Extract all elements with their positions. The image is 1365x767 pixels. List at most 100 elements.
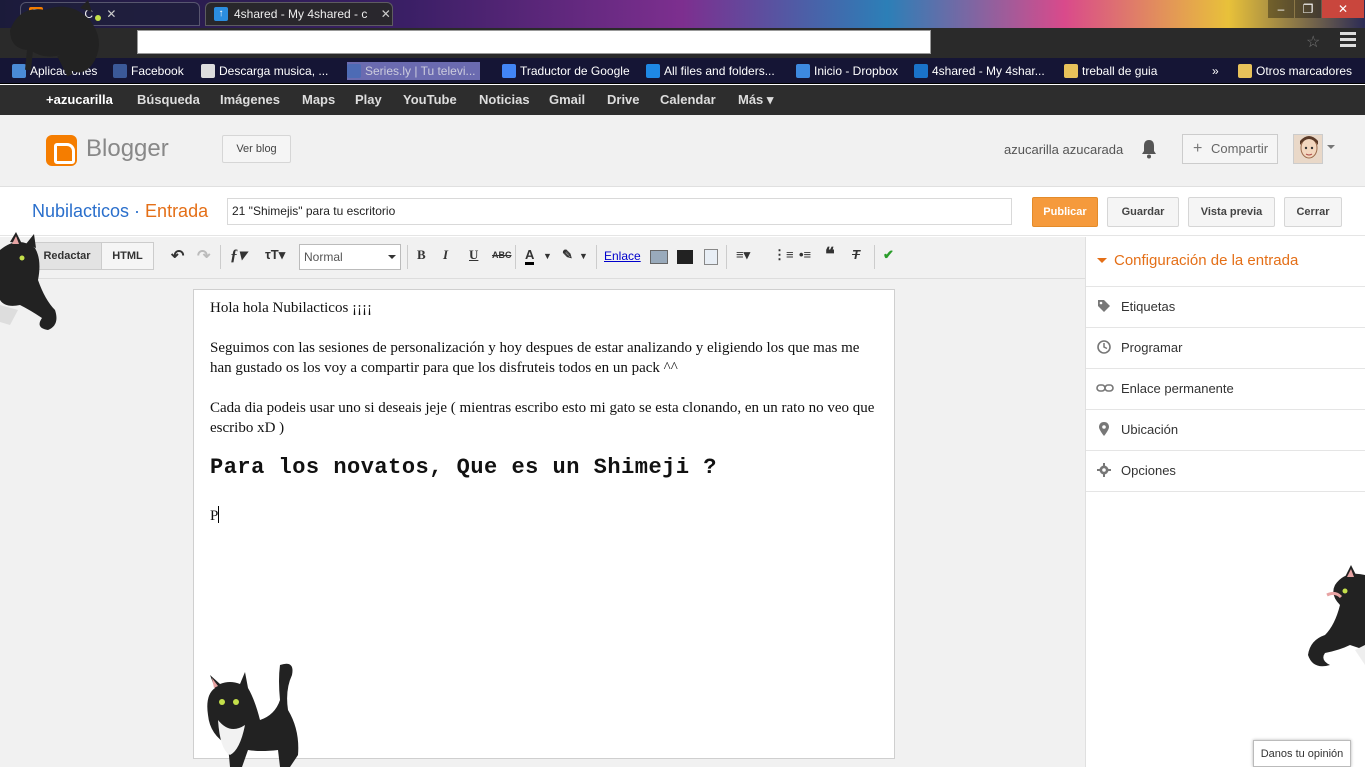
bookmark-star-icon[interactable]: ☆ — [1306, 32, 1320, 52]
translate-icon — [502, 64, 516, 78]
format-select[interactable]: Normal — [299, 244, 401, 270]
4shared-icon — [914, 64, 928, 78]
clock-icon — [1097, 340, 1111, 354]
highlight-color-icon[interactable]: ✎ — [562, 247, 573, 263]
numbered-list-icon[interactable]: ⋮≡ — [773, 247, 794, 263]
insert-jump-break-icon[interactable] — [704, 249, 718, 265]
font-size-icon[interactable]: τT▾ — [265, 247, 285, 263]
quote-icon[interactable]: ❝ — [825, 244, 835, 265]
shimeji-cat-icon[interactable] — [1305, 565, 1365, 675]
bookmark-traductor[interactable]: Traductor de Google — [502, 62, 630, 80]
link-button[interactable]: Enlace — [604, 249, 641, 263]
blog-name-link[interactable]: Nubilacticos — [32, 201, 129, 221]
bookmark-4shared[interactable]: 4shared - My 4shar... — [914, 62, 1045, 80]
bookmark-all-files[interactable]: All files and folders... — [646, 62, 775, 80]
close-window-button[interactable]: ✕ — [1322, 0, 1364, 18]
toolbar-divider — [220, 245, 221, 269]
bookmark-seriesly[interactable]: Series.ly | Tu televi... — [347, 62, 480, 80]
post-title-input[interactable]: 21 "Shimejis" para tu escritorio — [227, 198, 1012, 225]
breadcrumb: Nubilacticos · Entrada — [32, 201, 209, 221]
gbar-play[interactable]: Play — [355, 92, 382, 107]
notifications-bell-icon[interactable] — [1140, 139, 1158, 159]
settings-permalink[interactable]: Enlace permanente — [1086, 369, 1365, 410]
folder-icon — [1064, 64, 1078, 78]
folder-icon — [1238, 64, 1252, 78]
toolbar-divider — [874, 245, 875, 269]
chevron-down-icon[interactable]: ▼ — [543, 251, 552, 261]
text-color-icon[interactable]: A — [525, 247, 535, 265]
blogger-header: Blogger Ver blog azucarilla azucarada + … — [0, 115, 1365, 187]
close-tab-icon[interactable]: ✕ — [381, 7, 391, 21]
insert-video-icon[interactable] — [677, 250, 693, 264]
dropbox-icon — [796, 64, 810, 78]
tag-icon — [1098, 300, 1110, 312]
bookmark-dropbox[interactable]: Inicio - Dropbox — [796, 62, 898, 80]
gbar-youtube[interactable]: YouTube — [403, 92, 457, 107]
undo-icon[interactable]: ↶ — [171, 246, 184, 266]
gbar-mas-menu[interactable]: Más ▾ — [738, 92, 773, 108]
font-family-icon[interactable]: ƒ▾ — [230, 245, 246, 265]
spellcheck-icon[interactable]: ✔ — [883, 247, 894, 263]
underline-icon[interactable]: U — [469, 247, 478, 263]
gear-icon — [1097, 463, 1111, 477]
bookmark-facebook[interactable]: Facebook — [113, 62, 184, 80]
browser-tab-4shared[interactable]: ↑ 4shared - My 4shared - c ✕ — [205, 2, 393, 26]
strikethrough-icon[interactable]: ABC — [492, 250, 512, 260]
feedback-button[interactable]: Danos tu opinión — [1253, 740, 1351, 767]
gbar-imagenes[interactable]: Imágenes — [220, 92, 280, 107]
settings-labels[interactable]: Etiquetas — [1086, 287, 1365, 328]
share-button[interactable]: + Compartir — [1182, 134, 1278, 164]
save-button[interactable]: Guardar — [1107, 197, 1179, 227]
view-blog-button[interactable]: Ver blog — [222, 135, 291, 163]
chevron-down-icon[interactable]: ▼ — [579, 251, 588, 261]
preview-button[interactable]: Vista previa — [1188, 197, 1275, 227]
bookmarks-overflow-button[interactable]: » — [1198, 62, 1219, 80]
redo-icon[interactable]: ↷ — [197, 246, 210, 266]
avatar-face-icon — [1294, 135, 1322, 163]
gbar-profile-link[interactable]: +azucarilla — [46, 92, 113, 107]
bookmark-treball[interactable]: treball de guia — [1064, 62, 1157, 80]
italic-icon[interactable]: I — [443, 247, 448, 263]
bold-icon[interactable]: B — [417, 247, 426, 263]
settings-location[interactable]: Ubicación — [1086, 410, 1365, 451]
toolbar-divider — [515, 245, 516, 269]
page-icon — [201, 64, 215, 78]
bookmark-descarga-musica[interactable]: Descarga musica, ... — [201, 62, 328, 80]
blogger-wordmark[interactable]: Blogger — [86, 135, 169, 163]
shimeji-cat-icon[interactable] — [0, 0, 110, 80]
browser-menu-icon[interactable] — [1340, 32, 1356, 50]
box-icon — [646, 64, 660, 78]
tab-html[interactable]: HTML — [101, 242, 154, 270]
editor-toolbar: Redactar HTML ↶ ↷ ƒ▾ τT▾ Normal B I U AB… — [0, 237, 1085, 279]
close-button[interactable]: Cerrar — [1284, 197, 1342, 227]
publish-button[interactable]: Publicar — [1032, 197, 1098, 227]
maximize-window-button[interactable]: ❐ — [1295, 0, 1321, 18]
gbar-gmail[interactable]: Gmail — [549, 92, 585, 107]
link-icon — [1096, 384, 1114, 392]
remove-formatting-icon[interactable]: T — [852, 247, 860, 262]
gbar-maps[interactable]: Maps — [302, 92, 335, 107]
align-icon[interactable]: ≡▾ — [736, 247, 750, 263]
shimeji-cat-icon[interactable] — [200, 660, 312, 767]
bullet-list-icon[interactable]: •≡ — [799, 247, 811, 262]
insert-image-icon[interactable] — [650, 250, 668, 264]
avatar[interactable] — [1293, 134, 1323, 164]
plus-icon: + — [1193, 140, 1203, 157]
address-bar[interactable] — [137, 30, 931, 54]
minimize-window-button[interactable]: – — [1268, 0, 1294, 18]
paragraph: Hola hola Nubilacticos ¡¡¡¡ — [210, 300, 373, 316]
bookmark-otros-marcadores[interactable]: Otros marcadores — [1238, 62, 1352, 80]
settings-schedule[interactable]: Programar — [1086, 328, 1365, 369]
section-label: Entrada — [145, 201, 209, 221]
account-menu-chevron-icon[interactable] — [1327, 145, 1335, 153]
gbar-calendar[interactable]: Calendar — [660, 92, 716, 107]
post-settings-header[interactable]: Configuración de la entrada — [1086, 237, 1365, 287]
shimeji-cat-icon[interactable] — [0, 230, 62, 335]
gbar-noticias[interactable]: Noticias — [479, 92, 530, 107]
gbar-drive[interactable]: Drive — [607, 92, 640, 107]
settings-options[interactable]: Opciones — [1086, 451, 1365, 492]
blogger-logo-icon[interactable] — [46, 135, 77, 166]
text-cursor — [218, 506, 220, 523]
user-name[interactable]: azucarilla azucarada — [1004, 142, 1123, 157]
gbar-busqueda[interactable]: Búsqueda — [137, 92, 200, 107]
